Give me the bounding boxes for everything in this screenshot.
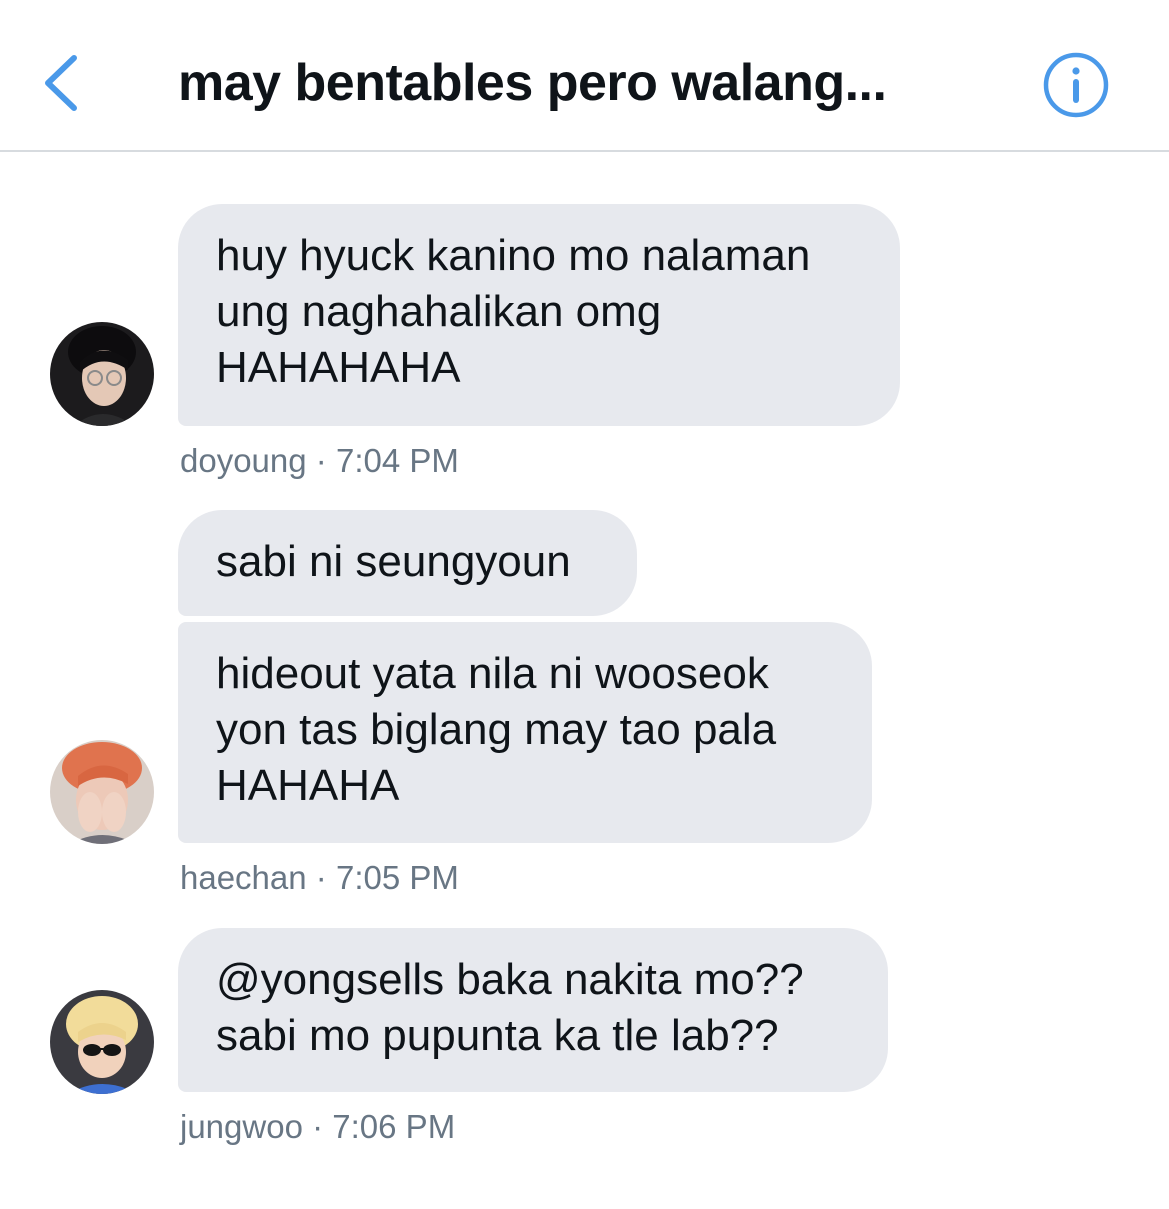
message-meta: doyoung · 7:04 PM — [180, 441, 459, 481]
avatar-haechan[interactable] — [50, 740, 154, 844]
message-meta: jungwoo · 7:06 PM — [180, 1107, 455, 1147]
info-button[interactable] — [1042, 51, 1110, 119]
message-bubble[interactable]: hideout yata nila ni wooseok yon tas big… — [178, 622, 872, 843]
message-meta: haechan · 7:05 PM — [180, 858, 459, 898]
conversation-title[interactable]: may bentables pero walang... — [178, 52, 887, 114]
message-bubble[interactable]: sabi ni seungyoun — [178, 510, 637, 616]
sender-name[interactable]: haechan — [180, 859, 307, 896]
meta-separator: · — [315, 859, 327, 896]
message-bubble[interactable]: @yongsells baka nakita mo?? sabi mo pupu… — [178, 928, 888, 1092]
avatar-doyoung[interactable] — [50, 322, 154, 426]
message-bubble[interactable]: huy hyuck kanino mo nalaman ung naghahal… — [178, 204, 900, 426]
meta-separator: · — [312, 1108, 324, 1145]
meta-separator: · — [315, 442, 327, 479]
info-circle-icon — [1043, 52, 1109, 118]
avatar-jungwoo[interactable] — [50, 990, 154, 1094]
message-time: 7:04 PM — [335, 442, 459, 479]
sender-name[interactable]: doyoung — [180, 442, 307, 479]
message-time: 7:05 PM — [335, 859, 459, 896]
conversation-header: may bentables pero walang... — [0, 0, 1169, 152]
back-button[interactable] — [36, 50, 88, 116]
sender-name[interactable]: jungwoo — [180, 1108, 303, 1145]
chevron-left-icon — [45, 55, 77, 111]
message-time: 7:06 PM — [332, 1108, 456, 1145]
